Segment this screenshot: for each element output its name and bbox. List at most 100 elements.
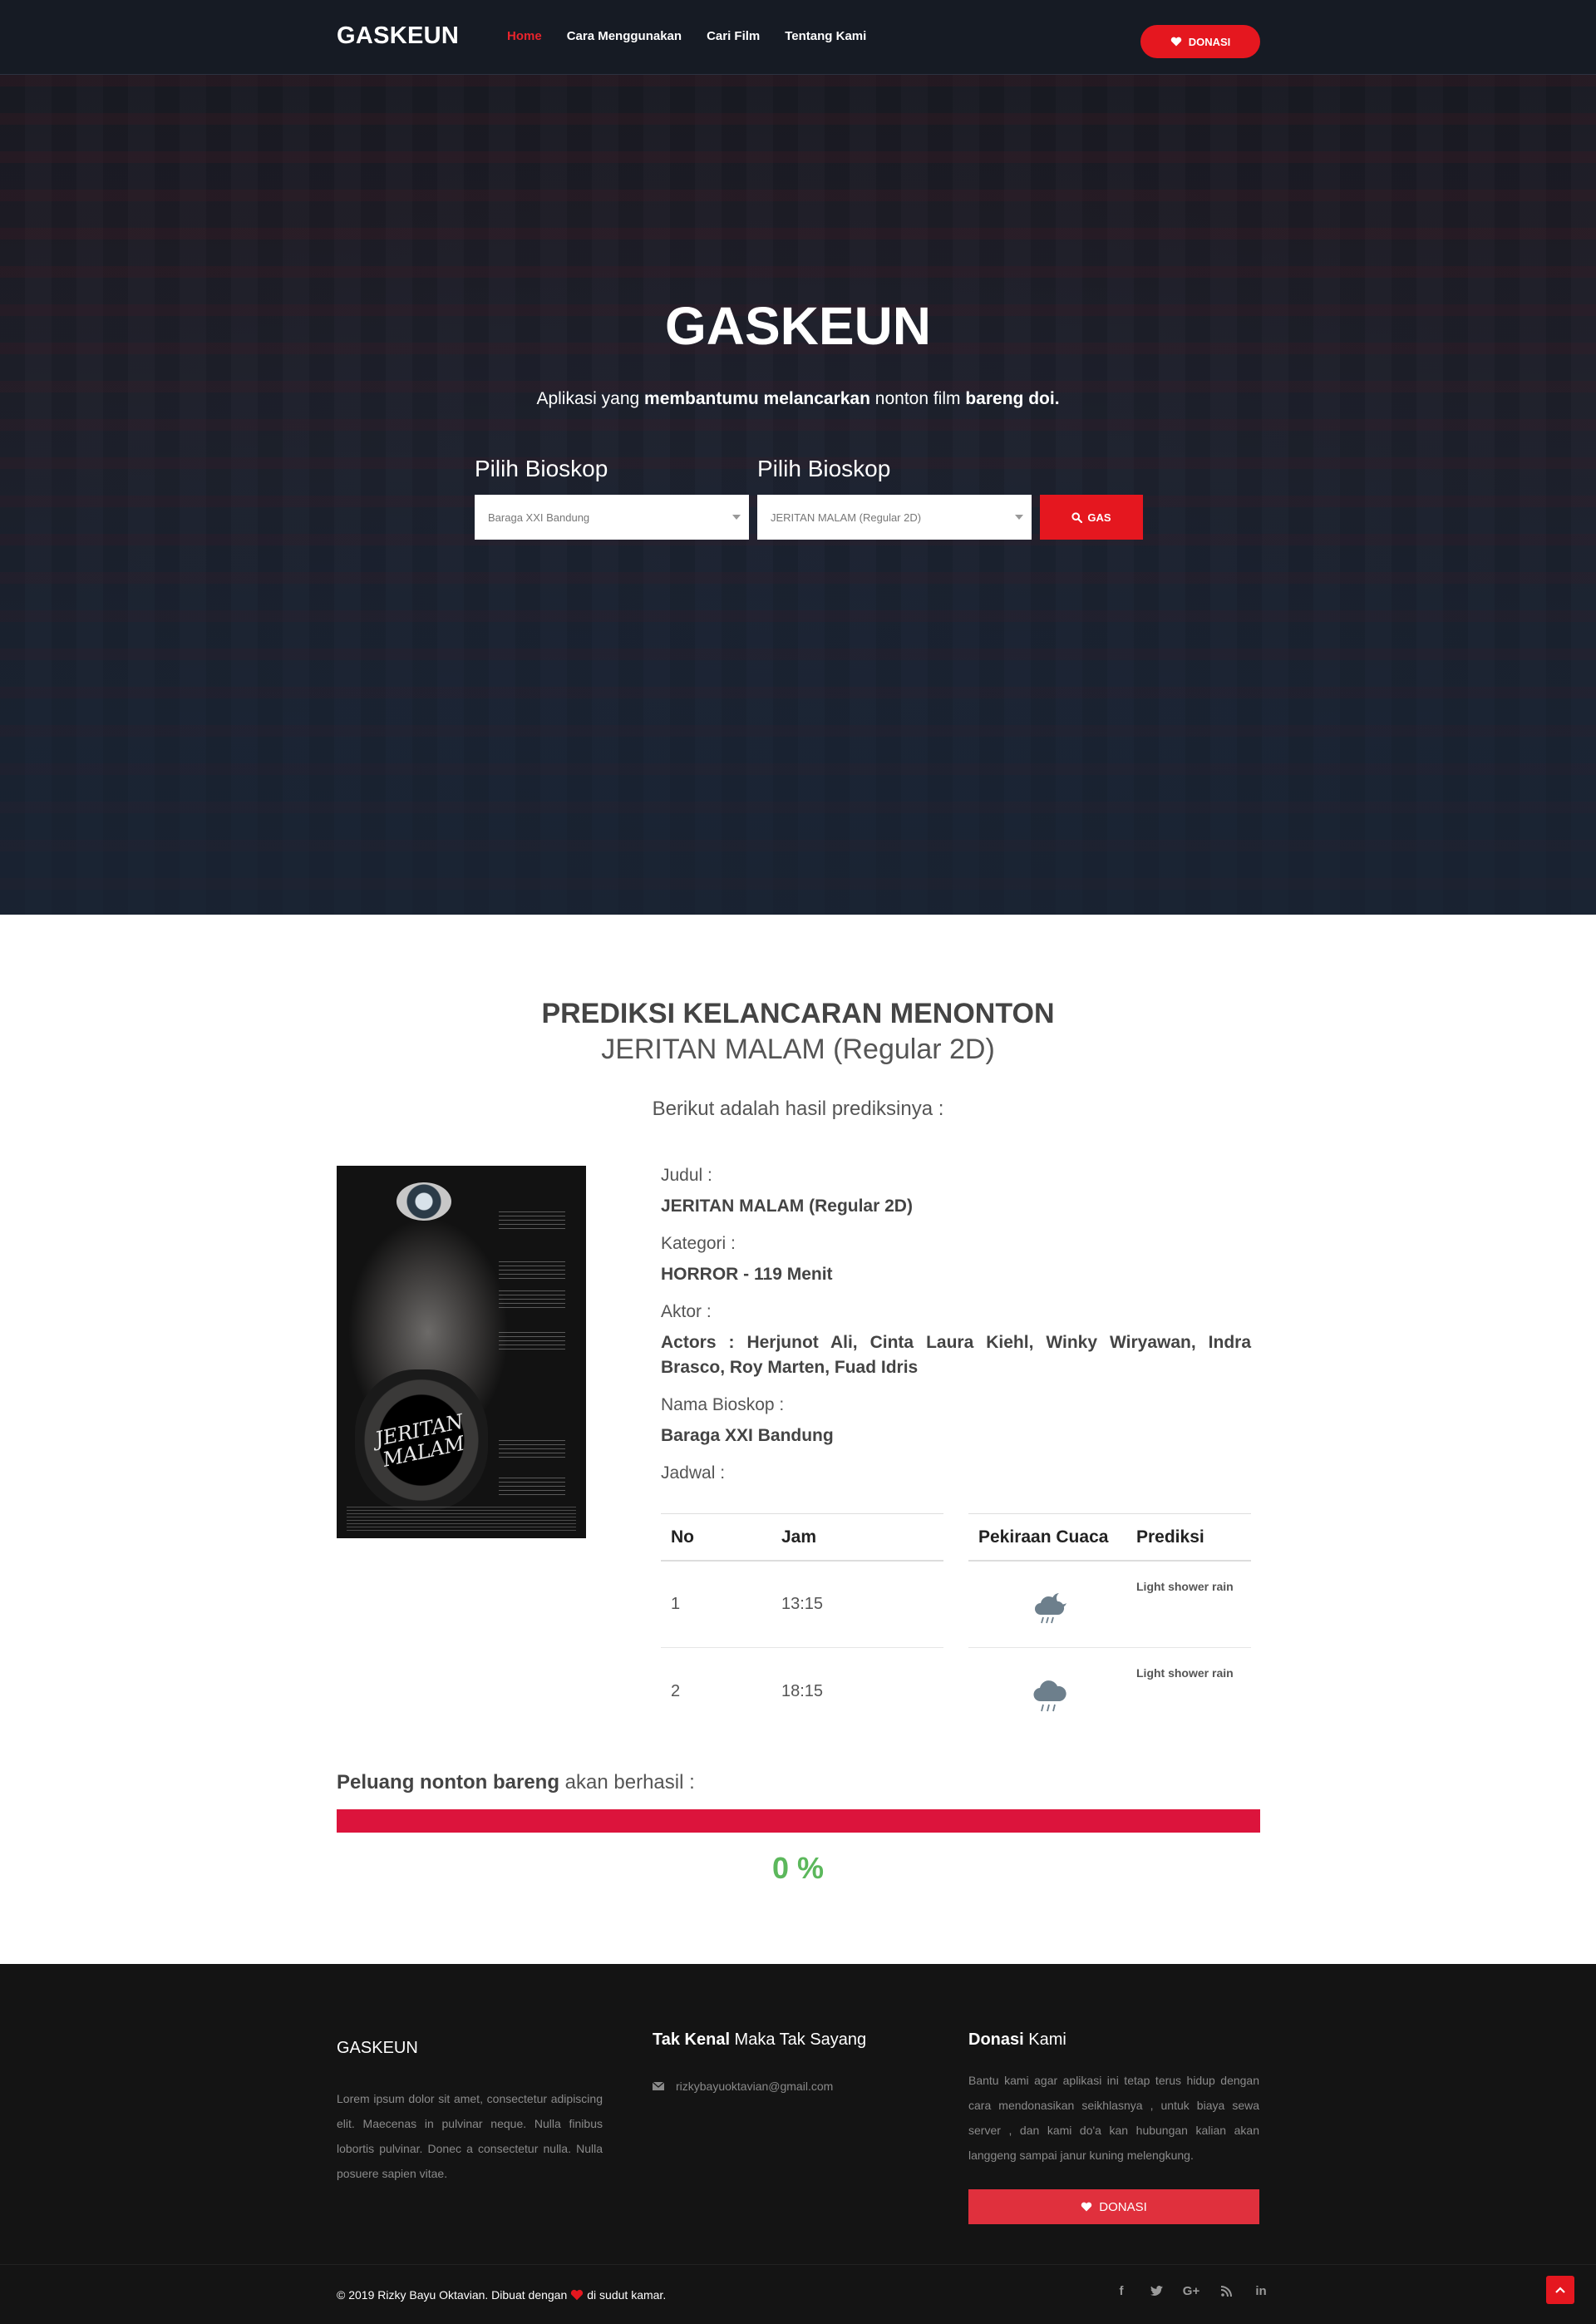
footer-donasi-label: DONASI — [1099, 2199, 1147, 2214]
envelope-icon — [653, 2082, 664, 2090]
row-no: 2 — [671, 1681, 681, 1700]
nav-donasi-label: DONASI — [1188, 35, 1231, 48]
row-no: 1 — [671, 1595, 681, 1613]
heart-icon — [571, 2289, 584, 2301]
caret-down-icon — [1015, 515, 1023, 520]
heart-icon — [1081, 2202, 1092, 2212]
movie-poster: JERITAN MALAM — [337, 1166, 586, 1538]
gas-search-button[interactable]: GAS — [1040, 495, 1143, 540]
gas-button-label: GAS — [1087, 511, 1111, 524]
footer — [0, 1964, 1596, 2324]
footer-about-title: GASKEUN — [337, 2039, 418, 2057]
header-jam: Jam — [781, 1527, 817, 1547]
footer-donasi-text: Bantu kami agar aplikasi ini tetap terus… — [968, 2074, 1259, 2162]
nav-link-home[interactable]: Home — [507, 29, 542, 43]
row-jam: 13:15 — [781, 1595, 824, 1613]
chance-label: Peluang nonton bareng akan berhasil : — [337, 1771, 695, 1794]
twitter-bird-icon — [1150, 2285, 1163, 2296]
poster-text-block — [499, 1478, 565, 1498]
nav-link-cari-film[interactable]: Cari Film — [707, 29, 760, 43]
shower-rain-icon — [1033, 1680, 1066, 1712]
twitter-icon[interactable]: t — [1149, 2283, 1164, 2298]
row-prediksi: Light shower rain — [1136, 1666, 1234, 1680]
footer-contact-title: Tak Kenal Maka Tak Sayang — [653, 2030, 919, 2050]
nav-link-cara-menggunakan[interactable]: Cara Menggunakan — [567, 29, 682, 43]
search-icon — [1071, 511, 1083, 523]
poster-text-block — [499, 1211, 565, 1231]
kategori-value: HORROR - 119 Menit — [661, 1265, 833, 1284]
chevron-up-icon — [1555, 2287, 1565, 2293]
footer-donasi-button[interactable]: DONASI — [968, 2189, 1259, 2224]
footer-contact-title-rest: Maka Tak Sayang — [730, 2030, 867, 2049]
cinema-select[interactable]: Baraga XXI Bandung — [475, 495, 749, 540]
table-row: 2 18:15 — [661, 1648, 943, 1734]
movie-select-label: Pilih Bioskop — [757, 456, 891, 481]
chance-label-rest: akan berhasil : — [559, 1771, 695, 1794]
brand-logo[interactable]: GASKEUN — [337, 22, 459, 50]
footer-donasi-title-bold: Donasi — [968, 2030, 1024, 2049]
footer-email[interactable]: rizkybayuoktavian@gmail.com — [653, 2080, 919, 2093]
hero-subtitle: Aplikasi yang membantumu melancarkan non… — [0, 389, 1596, 409]
navbar: GASKEUN Home Cara Menggunakan Cari Film … — [0, 0, 1596, 75]
nav-link-tentang-kami[interactable]: Tentang Kami — [785, 29, 866, 43]
movie-info: Judul : JERITAN MALAM (Regular 2D) Kateg… — [661, 1166, 1251, 1483]
movie-select-value: JERITAN MALAM (Regular 2D) — [771, 511, 922, 524]
prediction-title: PREDIKSI KELANCARAN MENONTON — [541, 998, 1055, 1029]
rss-icon[interactable]: rss — [1219, 2283, 1234, 2298]
aktor-label: Aktor : — [661, 1302, 712, 1321]
aktor-value: Actors : Herjunot Ali, Cinta Laura Kiehl… — [661, 1333, 1251, 1377]
nav-donasi-button[interactable]: DONASI — [1140, 25, 1260, 58]
poster-eye — [397, 1182, 451, 1221]
movie-select[interactable]: JERITAN MALAM (Regular 2D) — [757, 495, 1032, 540]
hero-subtitle-bold: bareng doi. — [965, 389, 1060, 408]
nav-menu: Home Cara Menggunakan Cari Film Tentang … — [507, 29, 866, 43]
facebook-icon[interactable]: f — [1114, 2283, 1129, 2298]
google-plus-icon[interactable]: G+ — [1183, 2283, 1199, 2298]
copyright-text-end: di sudut kamar. — [587, 2288, 667, 2302]
table-row: Light shower rain — [968, 1562, 1251, 1648]
scroll-to-top-button[interactable] — [1546, 2276, 1574, 2304]
footer-contact: Tak Kenal Maka Tak Sayang rizkybayuoktav… — [653, 2030, 919, 2093]
header-no: No — [671, 1527, 694, 1547]
header-prediksi: Prediksi — [1136, 1527, 1204, 1547]
footer-about-text: Lorem ipsum dolor sit amet, consectetur … — [337, 2092, 603, 2180]
poster-text-block — [499, 1290, 565, 1310]
bioskop-value: Baraga XXI Bandung — [661, 1426, 834, 1445]
footer-contact-title-bold: Tak Kenal — [653, 2030, 730, 2049]
heart-icon — [1170, 37, 1181, 47]
poster-text-block — [499, 1332, 565, 1352]
row-prediksi: Light shower rain — [1136, 1580, 1234, 1593]
chance-percentage: 0 % — [771, 1851, 825, 1885]
judul-value: JERITAN MALAM (Regular 2D) — [661, 1197, 913, 1216]
prediction-intro: Berikut adalah hasil prediksinya : — [652, 1098, 944, 1120]
linkedin-icon[interactable]: in — [1254, 2283, 1268, 2298]
social-links: f t G+ rss in — [1114, 2283, 1268, 2298]
rss-feed-icon — [1220, 2285, 1232, 2297]
poster-text-block — [499, 1440, 565, 1460]
poster-credits — [347, 1507, 576, 1532]
row-jam: 18:15 — [781, 1681, 824, 1700]
footer-donasi-title: Donasi Kami — [968, 2030, 1259, 2050]
schedule-table: No Jam 1 13:15 2 18:15 — [661, 1513, 943, 1734]
header-cuaca: Pekiraan Cuaca — [978, 1527, 1109, 1547]
caret-down-icon — [732, 515, 741, 520]
night-shower-icon — [1035, 1593, 1066, 1624]
cinema-select-label: Pilih Bioskop — [475, 456, 608, 481]
weather-table: Pekiraan Cuaca Prediksi Light shower rai… — [968, 1513, 1251, 1734]
copyright-text: © 2019 Rizky Bayu Oktavian. Dibuat denga… — [337, 2288, 568, 2302]
footer-divider — [0, 2264, 1596, 2265]
hero-subtitle-bold: membantumu melancarkan — [644, 389, 870, 408]
table-row: 1 13:15 — [661, 1562, 943, 1648]
prediction-movie-title: JERITAN MALAM (Regular 2D) — [601, 1034, 995, 1065]
copyright: © 2019 Rizky Bayu Oktavian. Dibuat denga… — [337, 2288, 666, 2302]
table-row: Light shower rain — [968, 1648, 1251, 1734]
footer-about: GASKEUN Lorem ipsum dolor sit amet, cons… — [337, 2039, 603, 2186]
chance-progress-bar — [337, 1809, 1260, 1833]
schedule-table-header: No Jam — [661, 1513, 943, 1562]
hero-subtitle-part: nonton film — [869, 389, 966, 408]
jadwal-label: Jadwal : — [661, 1463, 726, 1483]
footer-donasi-title-rest: Kami — [1023, 2030, 1066, 2049]
cinema-select-value: Baraga XXI Bandung — [488, 511, 590, 524]
footer-email-text: rizkybayuoktavian@gmail.com — [676, 2080, 834, 2093]
hero-title: GASKEUN — [664, 296, 932, 356]
